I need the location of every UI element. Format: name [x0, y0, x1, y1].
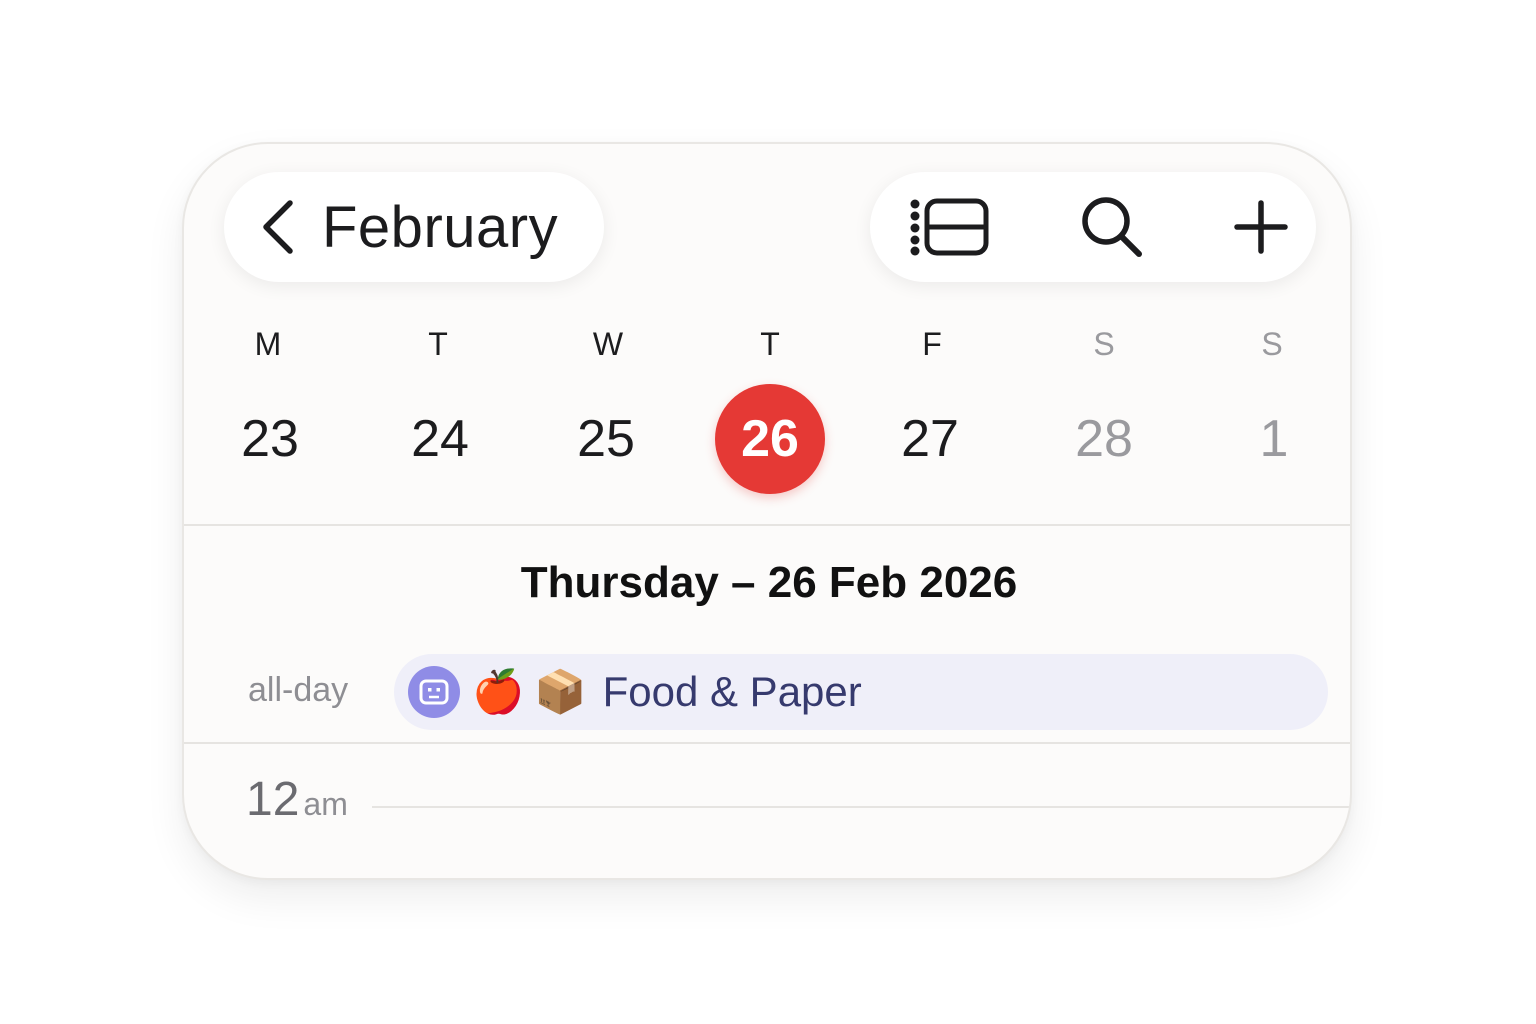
day-cell[interactable]: 28 [1049, 384, 1159, 494]
all-day-divider [184, 742, 1350, 744]
all-day-event[interactable]: 🍎 📦 Food & Paper [394, 654, 1328, 730]
day-cell-today[interactable]: 26 [715, 384, 825, 494]
day-cell[interactable]: 24 [385, 384, 495, 494]
plus-icon [1234, 200, 1288, 254]
day-cell[interactable]: 27 [875, 384, 985, 494]
weekday-header-row: M T W T F S S [184, 326, 1350, 386]
add-event-button[interactable] [1234, 200, 1288, 254]
all-day-label: all-day [248, 671, 349, 709]
chevron-left-icon [263, 200, 293, 254]
day-cell[interactable]: 1 [1219, 384, 1329, 494]
toolbar-actions [870, 172, 1316, 282]
selected-date-heading: Thursday – 26 Feb 2026 [520, 558, 1018, 607]
week-divider [184, 524, 1350, 526]
weekday-label: S [1093, 326, 1115, 362]
weekday-label: M [254, 326, 282, 362]
event-title: Food & Paper [602, 668, 862, 715]
month-label: February [322, 194, 559, 260]
apple-emoji-icon: 🍎 [472, 668, 525, 715]
list-view-icon [910, 198, 989, 256]
hour-number: 12 [246, 773, 300, 826]
hour-label: 12 am [246, 772, 348, 827]
calendar-card: February M T W T F S S 23 24 25 26 27 28… [182, 142, 1352, 880]
weekday-label: T [760, 326, 780, 362]
package-emoji-icon: 📦 [534, 668, 587, 715]
search-button[interactable] [1080, 195, 1144, 259]
week-day-row: 23 24 25 26 27 28 1 [184, 384, 1350, 494]
list-view-button[interactable] [910, 198, 990, 256]
hour-period: am [303, 786, 348, 822]
weekday-label: T [428, 326, 448, 362]
search-icon [1082, 197, 1142, 257]
robot-face-icon [408, 666, 460, 718]
back-to-month-button[interactable]: February [224, 172, 604, 282]
day-cell[interactable]: 23 [215, 384, 325, 494]
weekday-label: F [922, 326, 942, 362]
weekday-label: S [1261, 326, 1283, 362]
hour-gridline [372, 806, 1350, 808]
day-cell[interactable]: 25 [551, 384, 661, 494]
weekday-label: W [592, 326, 624, 362]
